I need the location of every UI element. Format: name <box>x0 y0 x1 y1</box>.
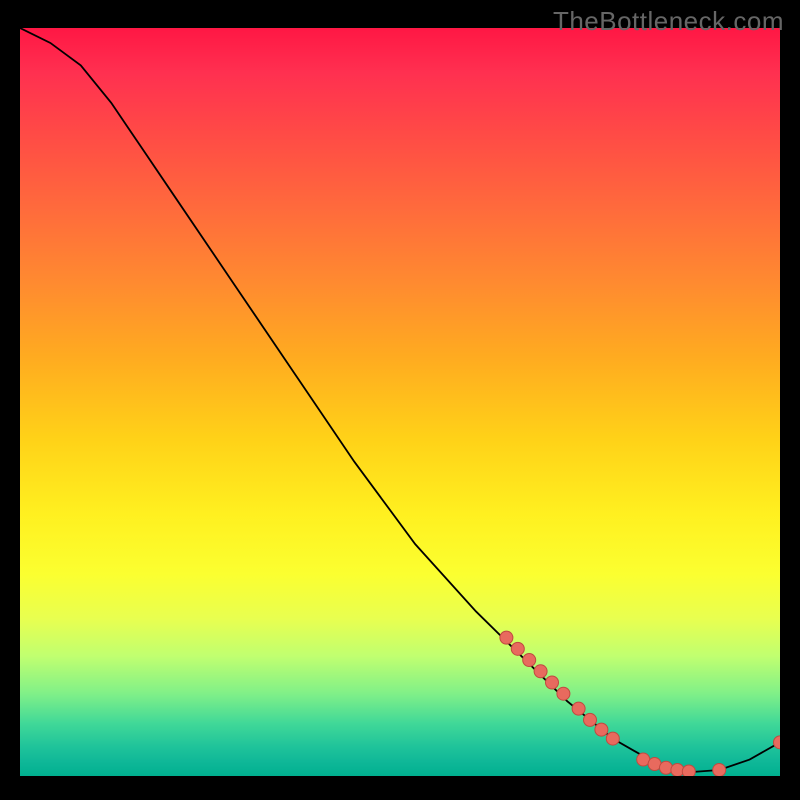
chart-svg <box>20 28 780 776</box>
data-point <box>584 713 597 726</box>
data-point <box>713 764 726 776</box>
data-point <box>671 764 684 776</box>
data-point <box>511 642 524 655</box>
data-point <box>557 687 570 700</box>
data-point <box>595 723 608 736</box>
data-point <box>500 631 513 644</box>
data-point <box>523 654 536 667</box>
bottleneck-curve <box>20 28 780 772</box>
data-point <box>572 702 585 715</box>
data-point <box>660 761 673 774</box>
chart-plot-area <box>20 28 780 776</box>
data-point <box>682 765 695 776</box>
data-point <box>534 665 547 678</box>
data-points-group <box>500 631 780 776</box>
data-point <box>546 676 559 689</box>
data-point <box>606 732 619 745</box>
data-point <box>774 736 781 749</box>
watermark-text: TheBottleneck.com <box>553 6 784 37</box>
